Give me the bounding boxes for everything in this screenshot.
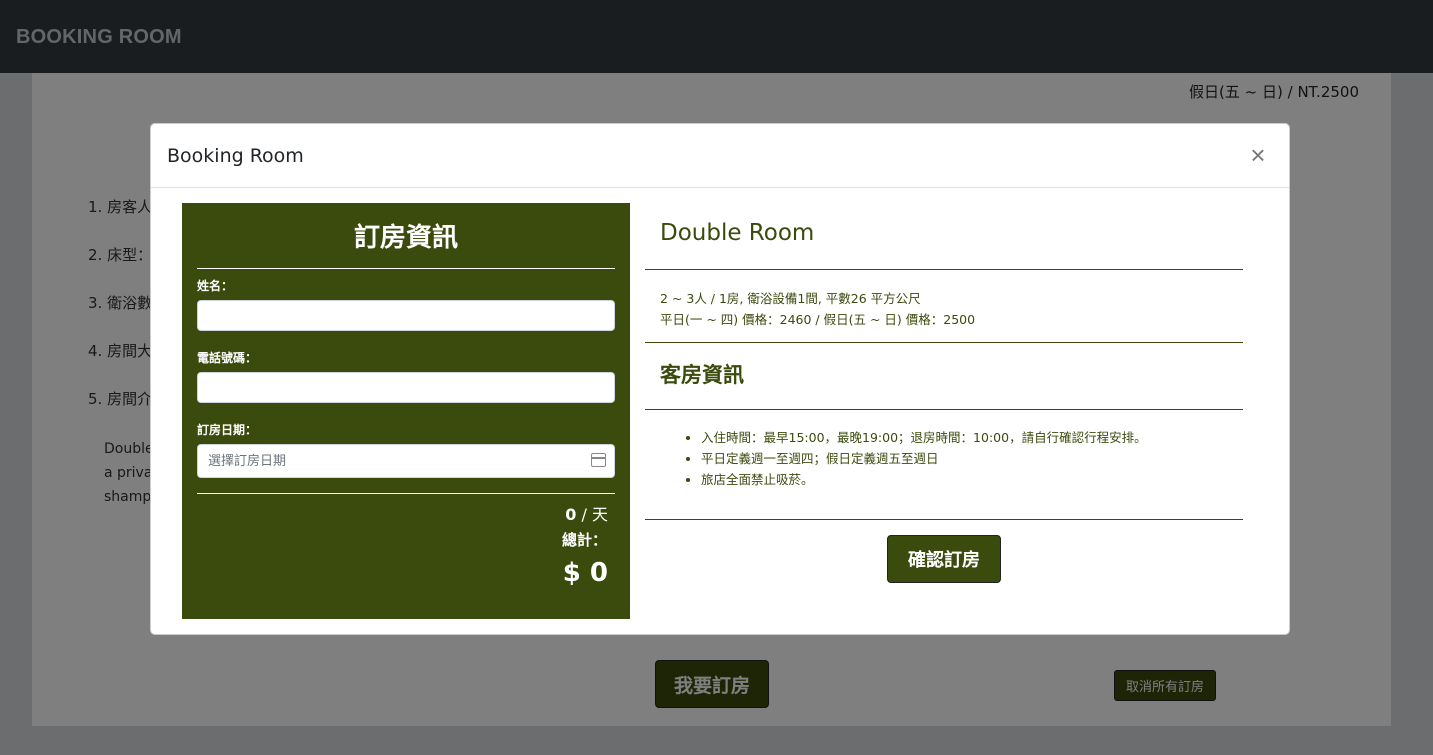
modal-header: Booking Room × xyxy=(151,124,1289,188)
close-icon[interactable]: × xyxy=(1243,140,1273,170)
section-title: 客房資訊 xyxy=(660,363,744,387)
calendar-icon[interactable] xyxy=(591,453,606,467)
rule-item: 平日定義週一至週四；假日定義週五至週日 xyxy=(701,448,1147,469)
modal-title: Booking Room xyxy=(167,145,304,167)
phone-input[interactable] xyxy=(197,372,615,403)
divider xyxy=(645,519,1243,520)
divider xyxy=(645,342,1243,343)
price-per-day: 0 / 天 xyxy=(565,501,608,525)
booking-form-panel: 訂房資訊 姓名： 電話號碼： 訂房日期： 0 / 天 總計： $ 0 xyxy=(182,203,630,619)
divider xyxy=(645,269,1243,270)
phone-label: 電話號碼： xyxy=(197,351,258,365)
room-rules-list: 入住時間：最早15:00，最晚19:00；退房時間：10:00，請自行確認行程安… xyxy=(701,427,1147,490)
total-label: 總計： xyxy=(561,531,607,549)
divider xyxy=(197,268,615,269)
per-day-value: 0 xyxy=(565,505,577,524)
rule-item: 旅店全面禁止吸菸。 xyxy=(701,469,1147,490)
name-label: 姓名： xyxy=(197,279,234,293)
room-name: Double Room xyxy=(660,220,815,246)
booking-modal: Booking Room × 訂房資訊 姓名： 電話號碼： 訂房日期： 0 / … xyxy=(150,123,1290,635)
divider xyxy=(645,409,1243,410)
total-amount: $ 0 xyxy=(562,558,608,588)
form-title: 訂房資訊 xyxy=(353,223,458,253)
rule-item: 入住時間：最早15:00，最晚19:00；退房時間：10:00，請自行確認行程安… xyxy=(701,427,1147,448)
divider xyxy=(197,493,615,494)
date-label: 訂房日期： xyxy=(197,423,258,437)
room-spec: 2 ~ 3人 / 1房, 衛浴設備1間, 平數26 平方公尺 xyxy=(660,291,921,306)
name-input[interactable] xyxy=(197,300,615,331)
booking-date-input[interactable] xyxy=(197,444,615,478)
per-day-unit: / 天 xyxy=(581,505,608,524)
confirm-booking-button[interactable]: 確認訂房 xyxy=(887,535,1001,583)
room-price: 平日(一 ~ 四) 價格：2460 / 假日(五 ~ 日) 價格：2500 xyxy=(660,312,976,327)
